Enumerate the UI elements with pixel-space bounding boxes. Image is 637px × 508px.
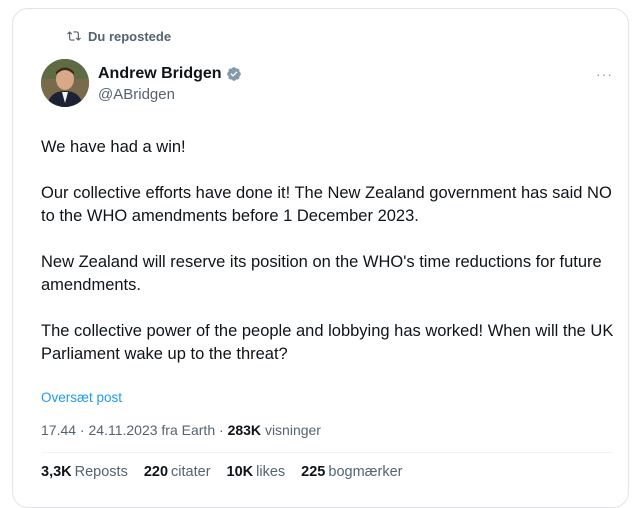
repost-label: Du repostede — [88, 28, 172, 44]
post-paragraph: Our collective efforts have done it! The… — [41, 184, 612, 225]
post-date[interactable]: 24.11.2023 — [89, 422, 158, 438]
post-text: We have had a win! Our collective effort… — [41, 136, 621, 389]
quotes-stat[interactable]: 220 citater — [144, 464, 211, 480]
post-paragraph: We have had a win! — [41, 138, 186, 156]
likes-stat[interactable]: 10K likes — [227, 464, 286, 480]
post-stats: 3,3K Reposts 220 citater 10K likes 225 bogmæ… — [41, 464, 403, 480]
views-label: visninger — [264, 422, 321, 438]
post-time[interactable]: 17.44 — [41, 422, 76, 438]
views-count: 283K — [227, 422, 262, 438]
reposts-stat[interactable]: 3,3K Reposts — [41, 464, 128, 480]
author-handle[interactable]: @ABridgen — [98, 86, 242, 103]
post-meta: 17.44 · 24.11.2023 fra Earth · 283K visn… — [41, 422, 321, 438]
post-paragraph: The collective power of the people and l… — [41, 322, 614, 363]
more-icon[interactable]: ··· — [596, 66, 613, 82]
author-name[interactable]: Andrew Bridgen — [98, 65, 222, 83]
repost-icon — [67, 31, 81, 41]
post-source: fra Earth — [161, 422, 216, 438]
divider — [41, 452, 613, 453]
avatar-image — [41, 59, 89, 107]
translate-post-link[interactable]: Oversæt post — [41, 390, 122, 405]
post-paragraph: New Zealand will reserve its position on… — [41, 253, 602, 294]
verified-badge-icon — [226, 66, 242, 82]
bookmarks-stat[interactable]: 225 bogmærker — [301, 464, 402, 480]
avatar[interactable] — [41, 59, 89, 107]
repost-indicator[interactable]: Du repostede — [66, 27, 171, 45]
